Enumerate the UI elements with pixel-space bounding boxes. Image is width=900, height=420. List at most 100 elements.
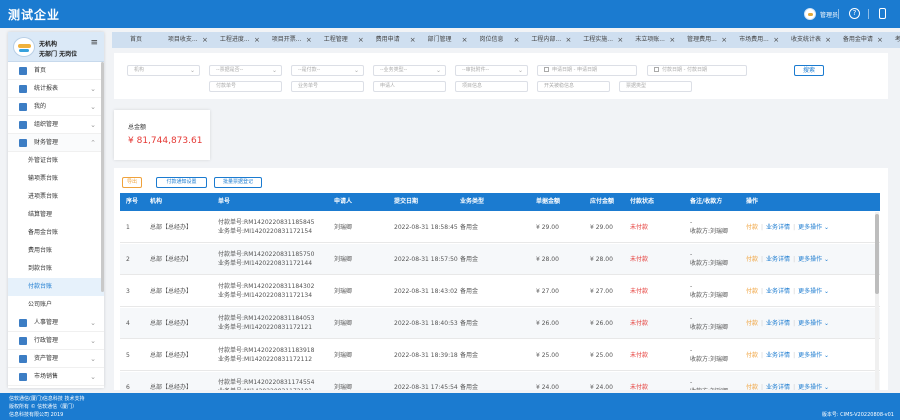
close-icon[interactable]: × xyxy=(669,32,675,48)
sidebar-item-assets[interactable]: 资产管理 ⌄ xyxy=(8,350,104,368)
tab[interactable]: 项目收支... × xyxy=(162,32,212,48)
sidebar-scrollbar[interactable] xyxy=(101,62,104,292)
help-circle-icon[interactable]: ? xyxy=(849,8,860,19)
attachment-select[interactable]: --审批附件-- ⌄ xyxy=(455,65,528,76)
invoice-select[interactable]: --票据是否-- ⌄ xyxy=(209,65,282,76)
sidebar-item-market[interactable]: 市场销售 ⌄ xyxy=(8,368,104,386)
pay-link[interactable]: 付款 xyxy=(746,256,758,263)
cell-amount: ¥ 28.00 xyxy=(536,256,559,263)
apply-date-range[interactable]: 申请日期 - 申请日期 xyxy=(537,65,637,76)
close-icon[interactable]: × xyxy=(721,32,727,48)
pay-date-range[interactable]: 付款日期 - 付款日期 xyxy=(647,65,747,76)
tab[interactable]: 备用金申请 × xyxy=(837,32,887,48)
sidebar-item-reports[interactable]: 统计报表 ⌄ xyxy=(8,80,104,98)
close-icon[interactable]: × xyxy=(202,32,208,48)
close-icon[interactable]: × xyxy=(306,32,312,48)
cell-org: 总部【总经办】 xyxy=(150,320,193,327)
close-icon[interactable]: × xyxy=(462,32,468,48)
paid-select[interactable]: --是付款-- ⌄ xyxy=(291,65,364,76)
close-icon[interactable]: × xyxy=(877,32,883,48)
sidebar-subitem[interactable]: 输项票台账 xyxy=(8,170,104,188)
sidebar-item-mine[interactable]: 我的 ⌄ xyxy=(8,98,104,116)
tab[interactable]: 考 xyxy=(889,32,900,48)
sidebar-item-hr[interactable]: 人事管理 ⌄ xyxy=(8,314,104,332)
tab[interactable]: 市场费用... × xyxy=(733,32,783,48)
sidebar-item-finance[interactable]: 财务管理 ⌃ xyxy=(8,134,104,152)
close-icon[interactable]: × xyxy=(358,32,364,48)
business-detail-link[interactable]: 业务详情 xyxy=(766,320,790,327)
pay-link[interactable]: 付款 xyxy=(746,224,758,231)
chevron-down-icon: ⌄ xyxy=(353,67,359,74)
close-icon[interactable]: × xyxy=(254,32,260,48)
batch-invoice-register-button[interactable]: 批量票据登记 xyxy=(214,177,262,188)
close-icon[interactable]: × xyxy=(514,32,520,48)
close-icon[interactable]: × xyxy=(566,32,572,48)
biz-no-input[interactable]: 业务单号 xyxy=(291,81,364,92)
sidebar-item-admin[interactable]: 行政管理 ⌄ xyxy=(8,332,104,350)
pay-link[interactable]: 付款 xyxy=(746,352,758,359)
extra-info-input[interactable]: 开关被稳信息 xyxy=(537,81,610,92)
business-detail-link[interactable]: 业务详情 xyxy=(766,384,790,390)
sidebar-subitem[interactable]: 结算管理 xyxy=(8,206,104,224)
tab[interactable]: 管理费用... × xyxy=(681,32,731,48)
phone-icon[interactable] xyxy=(879,8,886,19)
tab-home[interactable]: 首页 xyxy=(112,32,160,48)
more-actions-link[interactable]: 更多操作 ⌄ xyxy=(798,320,829,327)
close-icon[interactable]: × xyxy=(825,32,831,48)
close-icon[interactable]: × xyxy=(617,32,623,48)
more-actions-link[interactable]: 更多操作 ⌄ xyxy=(798,224,829,231)
tab[interactable]: 工程内部... × xyxy=(525,32,575,48)
invoice-type-input[interactable]: 票据类型 xyxy=(619,81,692,92)
tab[interactable]: 末立项账... × xyxy=(629,32,679,48)
pay-link[interactable]: 付款 xyxy=(746,384,758,390)
pay-no-input[interactable]: 付款单号 xyxy=(209,81,282,92)
close-icon[interactable]: × xyxy=(773,32,779,48)
tab[interactable]: 收支统计表 × xyxy=(785,32,835,48)
sidebar-subitem[interactable]: 进项票台账 xyxy=(8,188,104,206)
total-amount-card: 总金额 ¥ 81,744,873.61 xyxy=(114,110,210,160)
cell-remark: - xyxy=(690,251,693,258)
sidebar-item-home[interactable]: 首页 xyxy=(8,62,104,80)
more-actions-link[interactable]: 更多操作 ⌄ xyxy=(798,384,829,390)
sidebar-item-org[interactable]: 组织管理 ⌄ xyxy=(8,116,104,134)
tab[interactable]: 工程进度... × xyxy=(214,32,264,48)
pay-notice-settings-button[interactable]: 付款通知设置 xyxy=(156,177,207,188)
sidebar-subitem[interactable]: 外管证台账 xyxy=(8,152,104,170)
pay-link[interactable]: 付款 xyxy=(746,320,758,327)
menu-toggle-icon[interactable]: ≡ xyxy=(90,38,98,48)
sidebar-subitem-active[interactable]: 付款台账 xyxy=(8,278,104,296)
tab[interactable]: 工程管理 × xyxy=(318,32,368,48)
search-button[interactable]: 搜索 xyxy=(794,65,824,76)
table-scrollbar[interactable] xyxy=(875,212,879,390)
tab[interactable]: 费用申请 × xyxy=(370,32,420,48)
user-menu[interactable]: 管理员 xyxy=(803,8,838,20)
close-icon[interactable]: × xyxy=(410,32,416,48)
more-actions-link[interactable]: 更多操作 ⌄ xyxy=(798,288,829,295)
more-actions-link[interactable]: 更多操作 ⌄ xyxy=(798,352,829,359)
tab[interactable]: 项目开票... × xyxy=(266,32,316,48)
business-detail-link[interactable]: 业务详情 xyxy=(766,288,790,295)
more-actions-link[interactable]: 更多操作 ⌄ xyxy=(798,256,829,263)
business-detail-link[interactable]: 业务详情 xyxy=(766,352,790,359)
cell-biz-no: 业务单号:MI1420220831172112 xyxy=(218,356,313,363)
table-row: 4 总部【总经办】 付款单号:RM1420220831184053 业务单号:MI14… xyxy=(120,308,880,339)
cell-type: 备用金 xyxy=(460,320,479,327)
sidebar-subitem[interactable]: 公司账户 xyxy=(8,296,104,314)
divider: | xyxy=(761,256,764,263)
sidebar-item-label: 市场销售 xyxy=(34,373,59,380)
business-detail-link[interactable]: 业务详情 xyxy=(766,256,790,263)
cell-payee: 收款方:刘瑞卿 xyxy=(690,387,728,390)
sidebar-subitem[interactable]: 费用台账 xyxy=(8,242,104,260)
tab[interactable]: 工程实施... × xyxy=(577,32,627,48)
business-detail-link[interactable]: 业务详情 xyxy=(766,224,790,231)
tab[interactable]: 岗位信息 × xyxy=(473,32,523,48)
sidebar-subitem[interactable]: 到款台账 xyxy=(8,260,104,278)
pay-link[interactable]: 付款 xyxy=(746,288,758,295)
biz-type-select[interactable]: --业务类型-- ⌄ xyxy=(373,65,446,76)
sidebar-subitem[interactable]: 备用金台账 xyxy=(8,224,104,242)
org-select[interactable]: 机构 ⌄ xyxy=(127,65,200,76)
project-input[interactable]: 项目信息 xyxy=(455,81,528,92)
applicant-input[interactable]: 申请人 xyxy=(373,81,446,92)
export-button[interactable]: 导出 xyxy=(122,177,142,188)
tab[interactable]: 部门管理 × xyxy=(422,32,472,48)
